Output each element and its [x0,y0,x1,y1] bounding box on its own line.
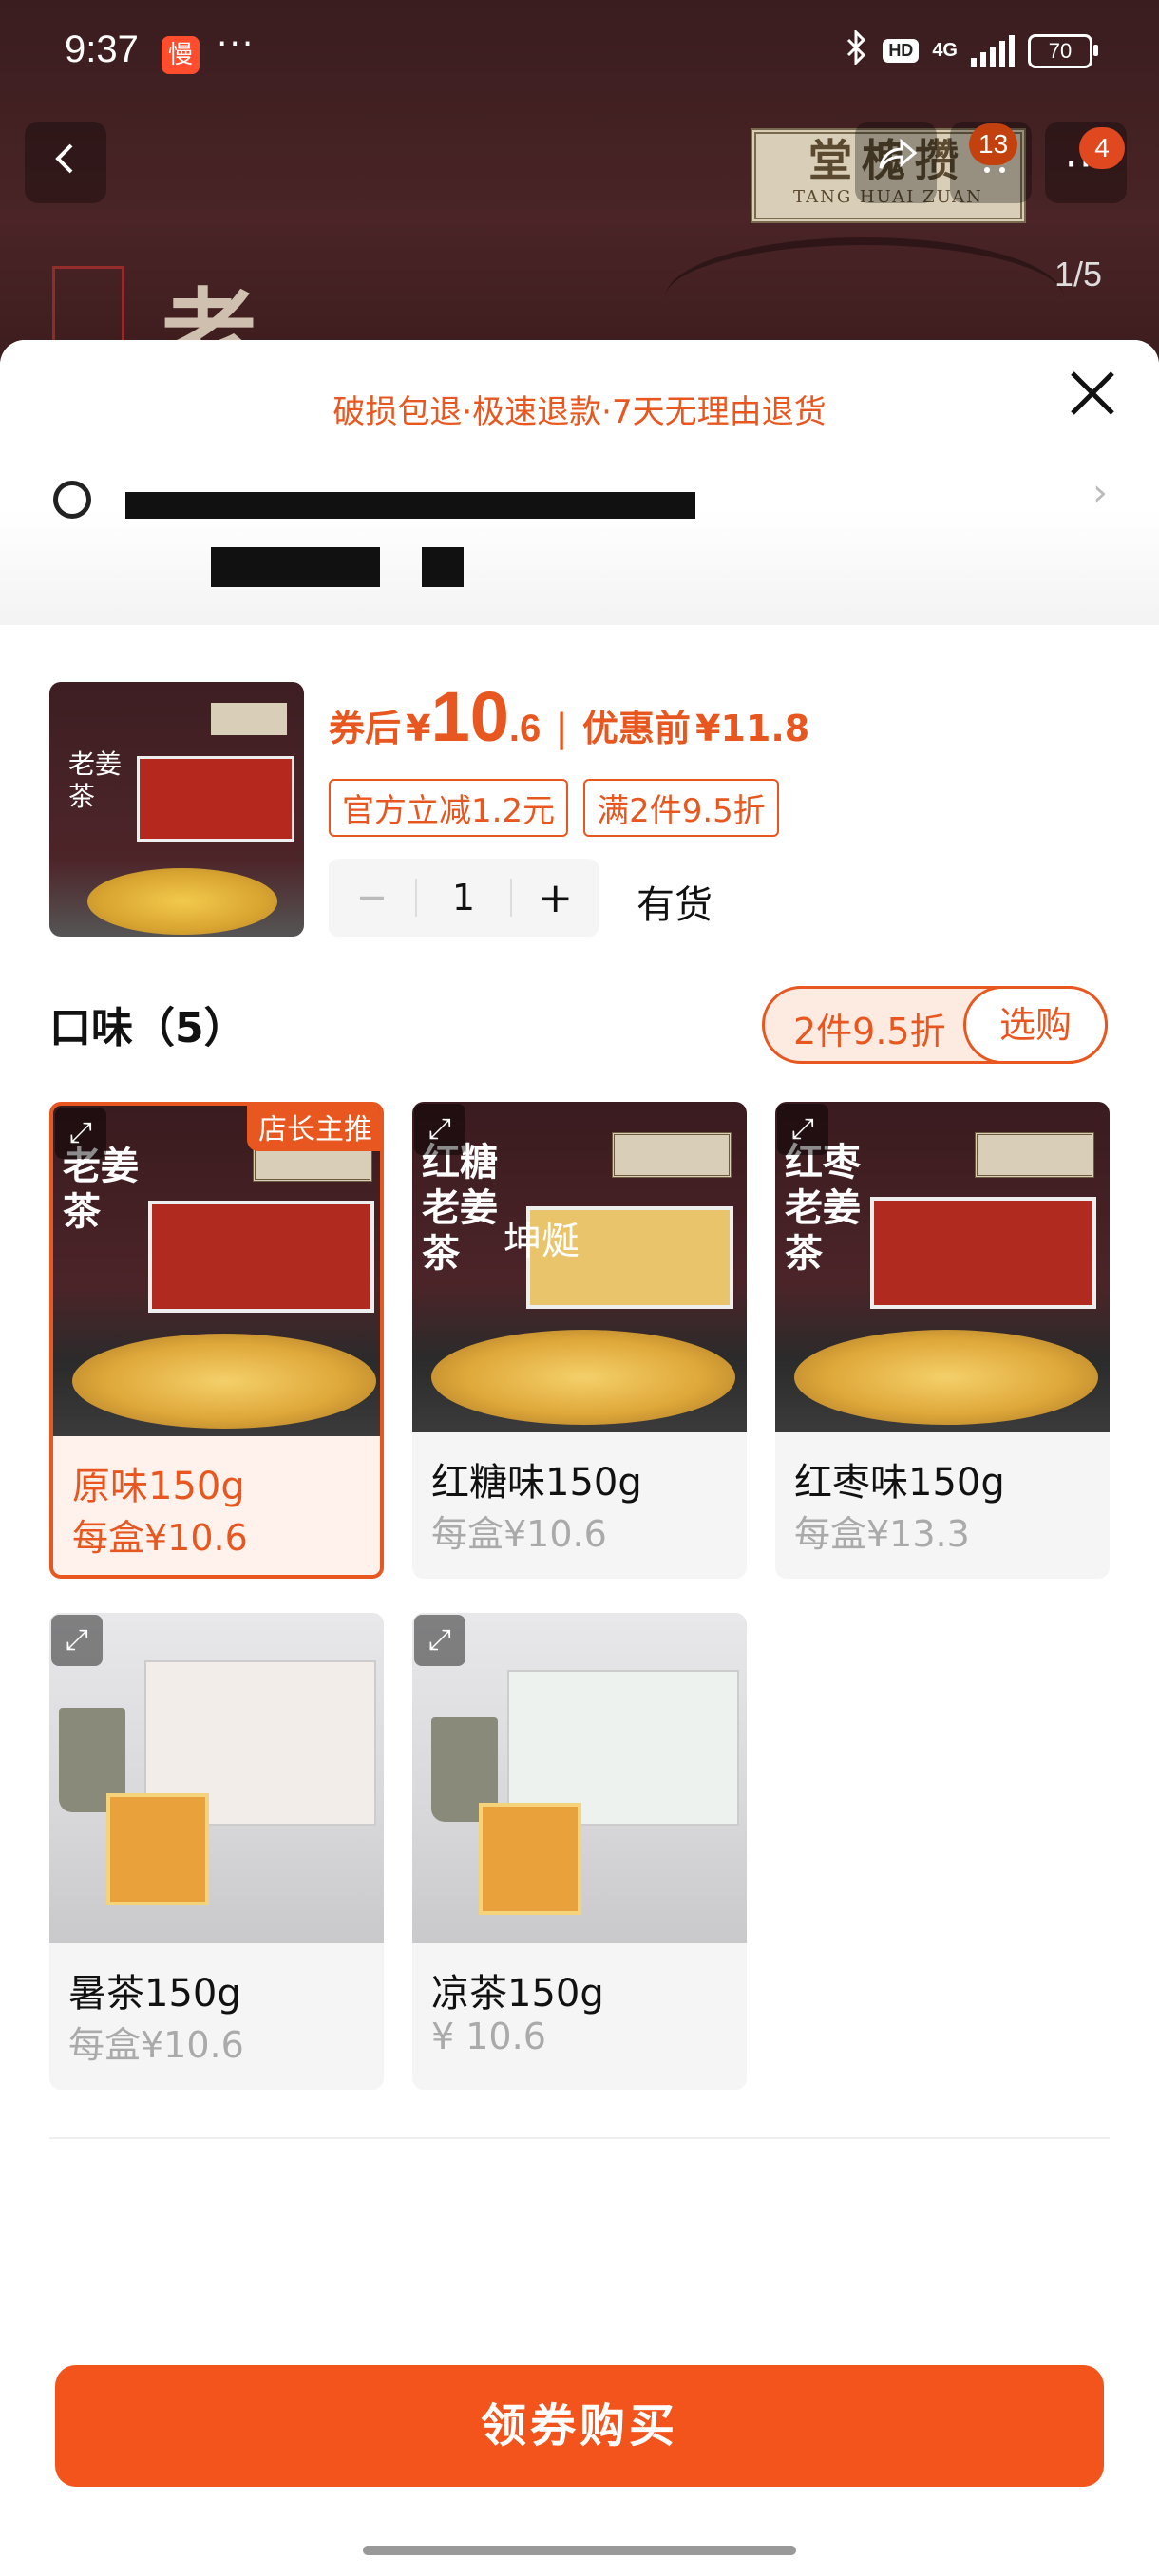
seal-decoration [52,266,124,348]
battery-icon: 70 [1028,33,1098,68]
coupon-tag: 官方立减1.2元 [329,779,569,837]
price-decimal: .6 [508,708,542,749]
price-integer: 10 [430,677,509,756]
sachet-image [479,1803,581,1915]
service-strip: 破损包退·极速退款·7天无理由退货 › [0,340,1159,625]
product-thumbnail[interactable]: 老姜茶 [49,682,304,937]
flavor-price: 每盒¥13.3 [794,1513,970,1555]
signal-icon [971,34,1015,67]
thumb-text: 老姜茶 [68,748,123,812]
more-notifications-icon: ··· [217,25,256,64]
network-type: 4G [932,40,958,61]
redacted-contact-2 [422,547,464,587]
quantity-stepper: − 1 + [329,859,598,937]
close-button[interactable] [1064,369,1121,426]
flavor-image-text: 红枣老姜茶 [785,1140,861,1276]
address-row[interactable]: › [53,471,1108,519]
status-bar: 9:37 慢 ··· HD 4G 70 [0,0,1159,104]
redacted-address [125,492,695,519]
flavor-price: 每盒¥10.6 [431,1513,607,1555]
flavor-option-summer-tea[interactable]: ⤢ 暑茶150g 每盒¥10.6 [49,1613,384,2090]
expand-icon[interactable]: ⤢ [414,1104,466,1155]
pre-discount-price: ¥11.8 [695,708,810,749]
flavor-name: 凉茶150g [431,1972,604,2016]
sku-selection-sheet: 破损包退·极速退款·7天无理由退货 › 老姜茶 券后 ¥10.6 | 优惠前 ¥… [0,340,1159,2576]
cart-count-badge: 13 [969,123,1018,165]
flavor-section-title: 口味（5） [49,1004,246,1052]
location-pin-icon [53,481,91,519]
thumb-box [137,756,294,842]
price-line: 券后 ¥10.6 | 优惠前 ¥11.8 [329,676,809,757]
expand-icon[interactable]: ⤢ [51,1615,103,1666]
shop-promo-button[interactable]: 选购 [963,986,1108,1064]
expand-icon[interactable]: ⤢ [777,1104,828,1155]
status-time: 9:37 [65,28,139,70]
section-divider [49,2137,1110,2139]
flavor-name: 红糖味150g [431,1461,642,1505]
ginger-slices [72,1334,376,1429]
expand-icon[interactable]: ⤢ [55,1108,106,1159]
promo-pill[interactable]: 2件9.5折 选购 [762,986,1108,1064]
flavor-image: ⤢ [49,1613,384,1943]
share-icon [879,138,918,169]
flavor-name: 原味150g [72,1465,245,1508]
flavor-price: ¥ 10.6 [431,2016,546,2057]
increase-button[interactable]: + [512,874,598,922]
bluetooth-icon [845,28,869,71]
expand-icon[interactable]: ⤢ [414,1615,466,1666]
thumb-logo [211,703,287,735]
image-overlay-text: 坤烻 [504,1220,580,1263]
flavor-option-original[interactable]: 老姜茶 ⤢ 店长主推 原味150g 每盒¥10.6 [49,1102,384,1579]
flavor-option-brown-sugar[interactable]: 红糖老姜茶 坤烻 ⤢ 红糖味150g 每盒¥10.6 [412,1102,747,1579]
flavor-price: 每盒¥10.6 [68,2024,244,2066]
flavor-image: 老姜茶 ⤢ [53,1106,380,1436]
currency-symbol: ¥ [406,708,431,749]
share-button[interactable] [855,122,937,203]
promo-text: 2件9.5折 [793,1011,946,1052]
flavor-name: 红枣味150g [794,1461,1005,1505]
hd-icon: HD [883,39,920,63]
flavor-name: 暑茶150g [68,1972,241,2016]
coupon-tag: 满2件9.5折 [583,779,779,837]
back-button[interactable] [25,122,106,203]
product-box [870,1197,1096,1309]
ginger-slices [431,1330,735,1425]
flavor-image: ⤢ [412,1613,747,1943]
flavor-option-herbal-tea[interactable]: ⤢ 凉茶150g ¥ 10.6 [412,1613,747,2090]
ginger-slices [794,1330,1098,1425]
message-count-badge: 4 [1079,127,1125,169]
status-icons: HD 4G 70 [845,28,1098,71]
redacted-contact [211,547,380,587]
chevron-right-icon: › [1092,471,1108,515]
claim-coupon-buy-button[interactable]: 领券购买 [55,2365,1104,2487]
recommended-tag: 店长主推 [247,1106,380,1151]
coupon-row: 官方立减1.2元 满2件9.5折 [329,779,779,837]
flavor-option-red-date[interactable]: 红枣老姜茶 ⤢ 红枣味150g 每盒¥13.3 [775,1102,1110,1579]
sachet-image [106,1793,209,1905]
brand-logo-small [975,1132,1094,1178]
product-box [148,1201,374,1313]
service-guarantee-text: 破损包退·极速退款·7天无理由退货 [332,393,826,431]
thumb-ginger [87,868,277,935]
close-icon [1071,371,1114,415]
flavor-image-text: 红糖老姜茶 [422,1140,498,1276]
quantity-value[interactable]: 1 [414,879,513,917]
flavor-image: 红枣老姜茶 ⤢ [775,1102,1110,1432]
pre-discount-label: 优惠前 [581,708,691,749]
stock-status: 有货 [636,883,712,927]
flavor-image: 红糖老姜茶 坤烻 ⤢ [412,1102,747,1432]
price-prefix: 券后 [329,708,402,749]
brand-logo-small [612,1132,732,1178]
price-divider: | [555,707,568,750]
decrease-button[interactable]: − [329,876,415,919]
flavor-price: 每盒¥10.6 [72,1517,248,1559]
app-notification-icon: 慢 [162,36,200,74]
chevron-left-icon [55,143,73,174]
home-indicator[interactable] [363,2546,796,2555]
carousel-page-indicator: 1/5 [1054,255,1103,294]
